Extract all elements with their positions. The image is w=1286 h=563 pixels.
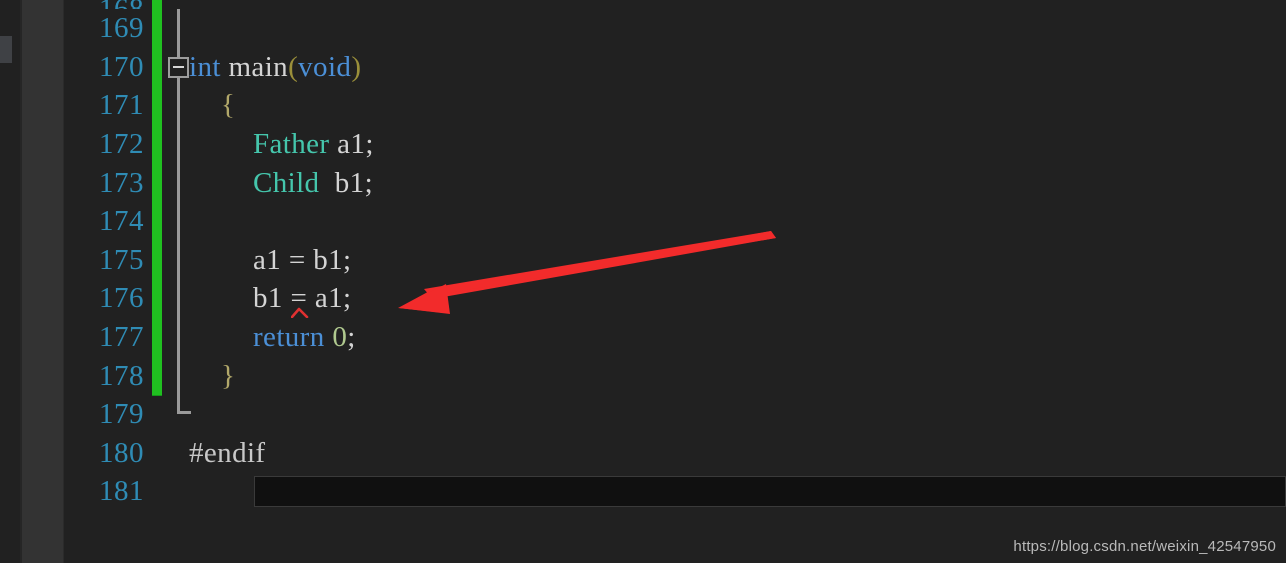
code-fold-guide [177,163,180,203]
code-fold-guide [177,202,180,241]
code-line[interactable]: 179 [64,395,1286,434]
code-line-text[interactable]: int main(void) [189,48,361,87]
code-fold-guide [177,9,180,48]
code-line-text[interactable]: } [221,357,235,396]
code-fold-guide [177,279,180,319]
modified-line-marker [152,9,162,49]
code-editor-screenshot: 168 169 170 int main(void) 171 {172 Father a1;… [0,0,1286,563]
code-line[interactable]: 173 Child b1; [64,163,1286,204]
code-line[interactable]: 181 [64,472,1286,511]
code-line-text[interactable]: { [221,86,235,125]
line-number: 178 [99,359,144,392]
code-line[interactable]: 168 [64,0,1286,10]
line-number: 179 [99,398,144,431]
code-token: #endif [189,436,266,469]
current-line-highlight [254,476,1286,508]
line-number: 172 [99,128,144,161]
code-token: 0 [332,321,348,354]
editor-outer-gutter[interactable] [22,0,63,563]
modified-line-marker [152,356,162,397]
code-line[interactable]: 170 int main(void) [64,47,1286,88]
code-fold-guide [177,125,180,164]
code-line[interactable]: 176 b1 = a1; [64,279,1286,320]
vertical-scrollbar-track[interactable] [0,0,20,563]
code-token: ( [288,50,299,83]
code-fold-guide [177,240,180,280]
code-token: { [221,89,236,122]
modified-line-marker [152,240,162,281]
code-fold-guide [177,356,180,396]
code-fold-guide [177,86,180,126]
modified-line-marker [152,279,162,320]
line-number: 170 [99,50,144,83]
code-fold-end-bracket [177,411,191,415]
code-token: a1; [329,128,374,161]
line-number: 171 [99,89,144,122]
code-fold-guide [177,318,180,357]
code-token: b1; [319,166,374,199]
modified-line-marker [152,318,162,358]
csdn-watermark: https://blog.csdn.net/weixin_42547950 [1013,538,1276,555]
line-number: 176 [99,282,144,315]
code-line-text[interactable]: #endif [189,434,266,473]
code-token: ; [347,321,356,354]
line-number: 177 [99,321,144,354]
code-line[interactable]: 171 { [64,86,1286,127]
line-number: 181 [99,475,144,508]
code-token: a1 = b1; [253,243,352,276]
code-token: int [189,50,221,83]
code-token: } [221,359,236,392]
code-token: main [220,50,289,83]
modified-line-marker [152,0,162,10]
line-number: 180 [99,436,144,469]
code-line-list: 168 169 170 int main(void) 171 {172 Father a1;… [64,0,1286,511]
code-line[interactable]: 177 return 0; [64,318,1286,358]
code-line-text[interactable]: Father a1; [253,125,374,164]
editor-text-area[interactable]: 168 169 170 int main(void) 171 {172 Father a1;… [64,0,1286,563]
line-number: 174 [99,205,144,238]
code-line[interactable]: 174 [64,202,1286,242]
code-line-text[interactable]: a1 = b1; [253,241,351,280]
minus-box-collapse-icon[interactable] [168,56,189,78]
modified-line-marker [152,163,162,204]
line-number: 173 [99,166,144,199]
code-line-text[interactable]: return 0; [253,318,356,357]
line-number: 175 [99,243,144,276]
code-line[interactable]: 178} [64,356,1286,397]
vertical-scrollbar-thumb[interactable] [0,36,12,63]
modified-line-marker [152,47,162,88]
line-number: 168 [64,0,144,9]
error-squiggle-underline [291,306,313,319]
code-line[interactable]: 169 [64,9,1286,49]
code-token: return [253,321,325,354]
code-token: ) [351,50,362,83]
modified-line-marker [152,125,162,165]
code-line-text[interactable]: Child b1; [253,164,373,203]
modified-line-marker [152,202,162,242]
code-token: Child [253,166,320,199]
code-line[interactable]: 172 Father a1; [64,125,1286,165]
modified-line-marker [152,86,162,127]
code-token: Father [253,128,330,161]
code-token: void [298,50,352,83]
code-line[interactable]: 175 a1 = b1; [64,240,1286,281]
code-line[interactable]: 180 #endif [64,434,1286,473]
line-number: 169 [99,12,144,45]
